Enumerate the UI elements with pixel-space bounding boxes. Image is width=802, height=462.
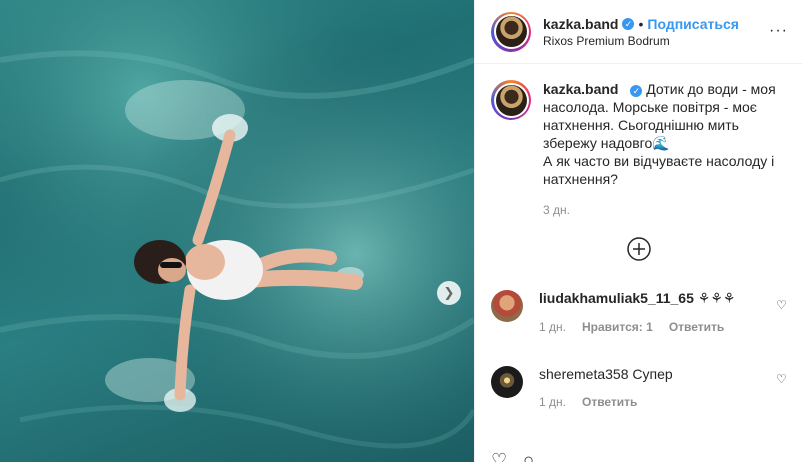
commenter-avatar[interactable] — [491, 366, 523, 398]
caption-timestamp[interactable]: 3 дн. — [543, 201, 783, 219]
follow-button[interactable]: Подписаться — [647, 16, 739, 32]
caption-text-line: насолода. Морське повітря - моє — [543, 99, 757, 115]
reply-button[interactable]: Ответить — [582, 395, 637, 409]
verified-badge-icon: ✓ — [630, 85, 643, 97]
commenter-username[interactable]: liudakhamuliak5_11_65 — [539, 290, 694, 306]
caption-text-line: натхнення? — [543, 171, 618, 187]
like-comment-heart-icon[interactable]: ♡ — [776, 298, 787, 312]
verified-badge-icon: ✓ — [622, 17, 635, 30]
comment-item: sheremeta358 Супер 1 дн. Ответить — [491, 366, 673, 409]
chevron-right-icon: ❯ — [443, 285, 455, 300]
location-link[interactable]: Rixos Premium Bodrum — [543, 34, 739, 48]
swimmer-photo-illustration — [0, 0, 474, 462]
post-header: kazka.band ✓ • Подписаться Rixos Premium… — [475, 0, 802, 64]
post-actions-bar: ♡ ○ — [491, 450, 534, 462]
comment-text: Супер — [632, 366, 673, 382]
caption-author-username[interactable]: kazka.band — [543, 81, 618, 97]
post-photo[interactable]: ❯ — [0, 0, 474, 462]
post-viewer: ❯ kazka.band ✓ • Подписаться Rixos Premi… — [0, 0, 802, 462]
like-heart-icon[interactable]: ♡ — [491, 450, 507, 462]
author-username-link[interactable]: kazka.band — [543, 16, 618, 32]
like-comment-heart-icon[interactable]: ♡ — [776, 372, 787, 386]
caption-author-avatar[interactable] — [491, 80, 531, 120]
post-caption: kazka.band ✓ Дотик до води - моя насолод… — [475, 64, 802, 219]
author-avatar[interactable] — [491, 11, 531, 52]
comment-icon[interactable]: ○ — [523, 450, 534, 462]
commenter-username[interactable]: sheremeta358 — [539, 366, 629, 382]
caption-text-line: А як часто ви відчуваєте насолоду і — [543, 153, 775, 169]
commenter-avatar[interactable] — [491, 290, 523, 322]
load-more-comments-icon[interactable] — [627, 237, 651, 261]
comment-item: liudakhamuliak5_11_65 ⚘⚘⚘ 1 дн. Нравится… — [491, 290, 735, 334]
caption-text-line: натхнення. Сьогоднішню мить — [543, 117, 739, 133]
more-options-icon[interactable]: ··· — [769, 22, 788, 40]
next-image-button[interactable]: ❯ — [437, 281, 461, 305]
caption-text-line: збережу надовго🌊 — [543, 135, 670, 151]
comment-likes-count[interactable]: Нравится: 1 — [582, 320, 653, 334]
comment-timestamp[interactable]: 1 дн. — [539, 320, 566, 334]
separator-dot: • — [638, 15, 644, 32]
comment-text: ⚘⚘⚘ — [697, 290, 736, 306]
reply-button[interactable]: Ответить — [669, 320, 724, 334]
comment-timestamp[interactable]: 1 дн. — [539, 395, 566, 409]
caption-text-line: Дотик до води - моя — [646, 81, 776, 97]
